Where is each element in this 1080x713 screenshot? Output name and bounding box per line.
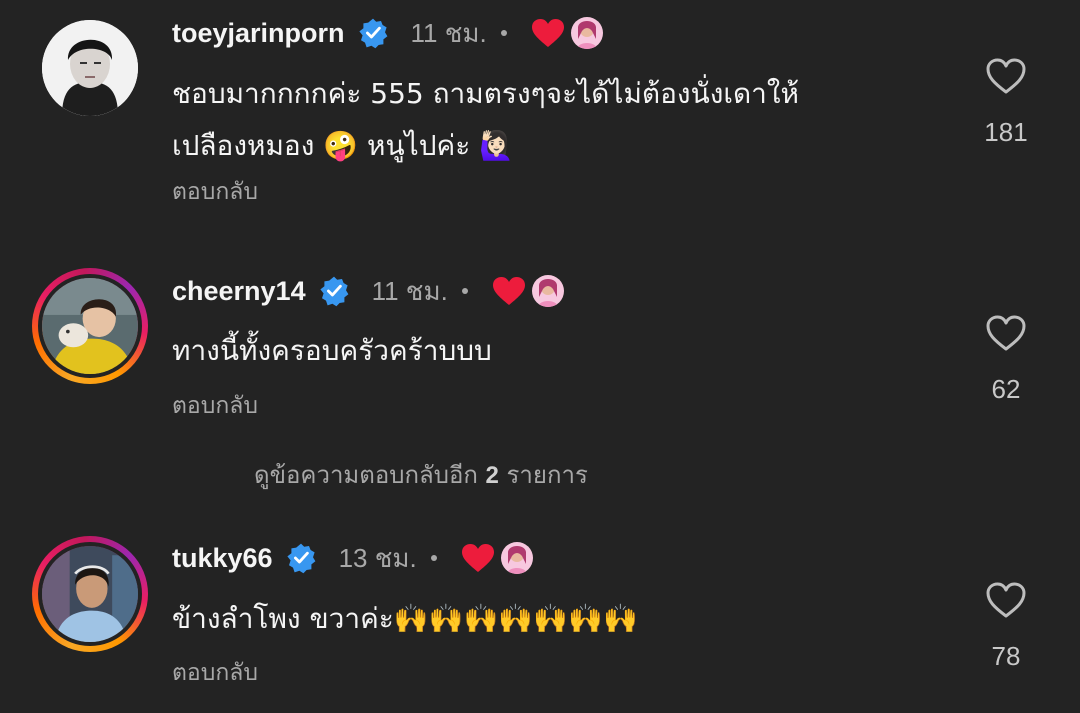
timestamp: 13 ชม. [338,542,417,573]
red-heart-icon [461,544,494,572]
view-replies-count: 2 [485,462,499,489]
like-count: 78 [991,641,1021,671]
verified-badge-icon [358,18,387,49]
username[interactable]: tukky66 [172,543,273,574]
author-avatar [570,17,603,49]
separator-dot [430,555,437,561]
verified-badge-icon [319,276,348,307]
username[interactable]: toeyjarinporn [172,18,345,49]
username[interactable]: cheerny14 [172,276,306,307]
avatar[interactable] [32,10,148,126]
like-count: 181 [984,117,1028,147]
reply-button[interactable]: ตอบกลับ [172,388,258,424]
red-heart-icon [492,277,525,305]
like-count: 62 [991,374,1021,404]
reply-button[interactable]: ตอบกลับ [172,174,258,210]
separator-dot [500,30,507,36]
comment-text: ชอบมากกกกค่ะ 555 ถามตรงๆจะได้ไม่ต้องนั่ง… [172,77,800,162]
like-column: 62 [960,314,1052,405]
like-column: 78 [960,581,1052,672]
comment-header: toeyjarinporn 11 ชม. [172,13,603,53]
view-replies-prefix: ดูข้อความตอบกลับอีก [254,461,478,489]
author-avatar [531,275,564,307]
verified-badge-icon [286,543,315,574]
author-avatar [500,542,533,574]
red-heart-icon [531,19,564,47]
reply-button[interactable]: ตอบกลับ [172,655,258,691]
timestamp: 11 ชม. [410,17,487,48]
view-more-replies-button[interactable]: ดูข้อความตอบกลับอีก 2 รายการ [254,455,588,494]
separator-dot [461,288,468,294]
like-column: 181 [960,57,1052,148]
comment-header: cheerny14 11 ชม. [172,271,564,311]
avatar[interactable] [32,268,148,384]
heart-outline-icon[interactable] [985,57,1027,95]
comment-header: tukky66 13 ชม. [172,538,533,578]
comment-text: ข้างลำโพง ขวาค่ะ🙌🙌🙌🙌🙌🙌🙌 [172,602,638,635]
heart-outline-icon[interactable] [985,581,1027,619]
comment-text: ทางนี้ทั้งครอบครัวคร้าบบบ [172,334,492,367]
view-replies-suffix: รายการ [506,461,588,489]
avatar[interactable] [32,536,148,652]
heart-outline-icon[interactable] [985,314,1027,352]
timestamp: 11 ชม. [371,275,448,306]
